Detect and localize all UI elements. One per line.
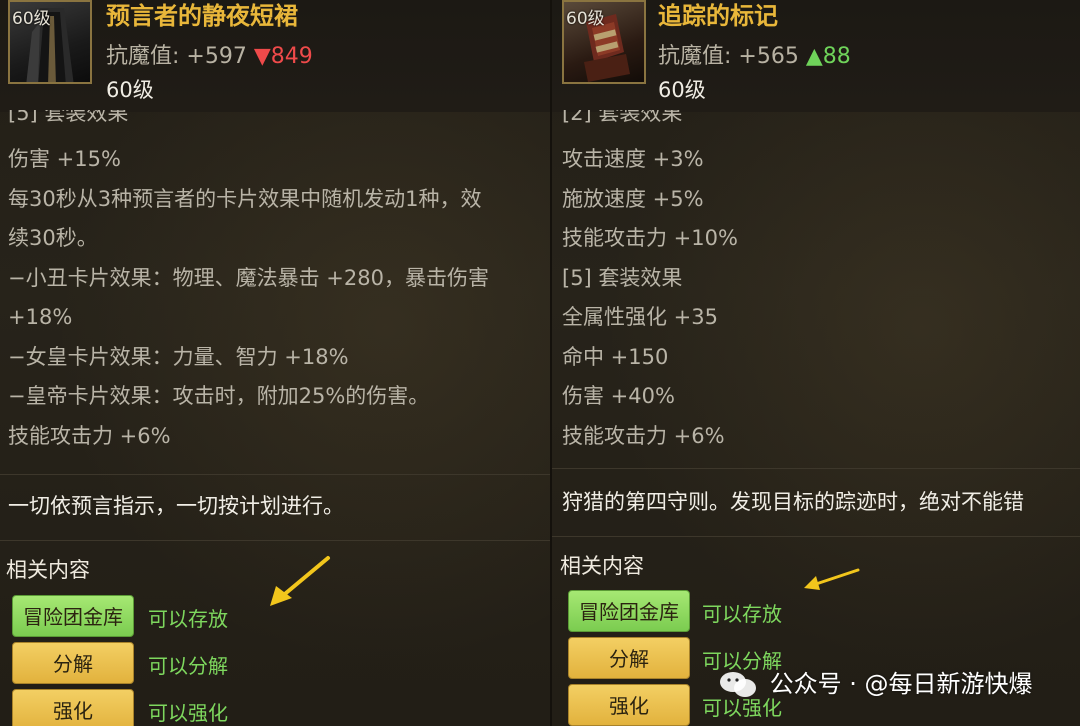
stat-label: 抗魔值: +565 — [658, 44, 799, 69]
effect-line: 技能攻击力 +6% — [562, 423, 725, 448]
item-icon[interactable]: 60级 — [562, 0, 646, 84]
enhance-button[interactable]: 强化 — [12, 689, 134, 726]
effect-line: 技能攻击力 +10% — [562, 226, 738, 250]
disassemble-button[interactable]: 分解 — [12, 642, 134, 684]
yellow-arrow-icon — [804, 568, 860, 590]
item-name: 追踪的标记 — [658, 2, 778, 30]
item-stat: 抗魔值: +597 ▼849 — [106, 38, 313, 70]
disassemble-status: 可以分解 — [148, 654, 228, 678]
divider — [0, 474, 550, 475]
yellow-arrow-icon — [270, 556, 330, 606]
watermark: 公众号 · @每日新游快爆 — [718, 664, 1033, 700]
divider — [552, 468, 1080, 469]
set-effect-list: [5] 套装效果 伤害 +15% 每30秒从3种预言者的卡片效果中随机发动1种，… — [8, 110, 550, 456]
related-content-title: 相关内容 — [6, 558, 90, 582]
right-item-tooltip: 60级 追踪的标记 抗魔值: +565 ▲88 60级 [2] 套装效果 攻击速… — [552, 0, 1080, 726]
enhance-button[interactable]: 强化 — [568, 684, 690, 726]
item-stat: 抗魔值: +565 ▲88 — [658, 38, 851, 70]
effect-line: 伤害 +40% — [562, 384, 675, 408]
flavor-text: 狩猎的第四守则。发现目标的踪迹时，绝对不能错 — [562, 490, 1024, 514]
item-header: 60级 预言者的静夜短裙 抗魔值: +597 ▼849 60级 — [0, 0, 550, 112]
adventure-vault-button[interactable]: 冒险团金库 — [12, 595, 134, 637]
watermark-text: 公众号 · @每日新游快爆 — [769, 670, 1033, 698]
adventure-vault-button[interactable]: 冒险团金库 — [568, 590, 690, 632]
effect-line: 攻击速度 +3% — [562, 147, 704, 171]
set-effect-heading: [5] 套装效果 — [8, 110, 129, 125]
effect-line: −皇帝卡片效果：攻击时，附加25%的伤害。 — [8, 384, 430, 408]
required-level: 60级 — [106, 78, 154, 102]
effect-line: [5] 套装效果 — [562, 265, 683, 290]
item-name: 预言者的静夜短裙 — [106, 2, 298, 30]
effect-line: 全属性强化 +35 — [562, 305, 718, 329]
related-content-title: 相关内容 — [560, 554, 644, 578]
wechat-icon — [720, 672, 756, 697]
left-item-tooltip: 60级 预言者的静夜短裙 抗魔值: +597 ▼849 60级 [5] 套装效果… — [0, 0, 550, 726]
effect-line: 续30秒。 — [8, 226, 98, 250]
effect-line: 技能攻击力 +6% — [8, 423, 171, 448]
set-effect-heading: [2] 套装效果 — [562, 110, 683, 125]
stat-label: 抗魔值: +597 — [106, 44, 247, 69]
disassemble-button[interactable]: 分解 — [568, 637, 690, 679]
item-level-badge: 60级 — [12, 9, 51, 29]
effect-line: 每30秒从3种预言者的卡片效果中随机发动1种，效 — [8, 186, 482, 211]
item-icon[interactable]: 60级 — [8, 0, 92, 84]
stat-increase: ▲88 — [805, 44, 851, 69]
effect-line: 命中 +150 — [562, 344, 669, 369]
item-level-badge: 60级 — [566, 9, 605, 29]
effect-line: 施放速度 +5% — [562, 186, 704, 211]
effect-line: −女皇卡片效果：力量、智力 +18% — [8, 344, 349, 369]
effect-line: 伤害 +15% — [8, 147, 121, 171]
effect-line: −小丑卡片效果：物理、魔法暴击 +280，暴击伤害 — [8, 265, 489, 290]
effect-line: +18% — [8, 305, 73, 329]
divider — [0, 540, 550, 541]
item-header: 60级 追踪的标记 抗魔值: +565 ▲88 60级 — [552, 0, 1080, 112]
storable-status: 可以存放 — [148, 607, 228, 631]
set-effect-list: [2] 套装效果 攻击速度 +3% 施放速度 +5% 技能攻击力 +10% [5… — [562, 110, 1080, 456]
divider — [552, 536, 1080, 537]
required-level: 60级 — [658, 78, 706, 102]
flavor-text: 一切依预言指示，一切按计划进行。 — [8, 494, 344, 518]
storable-status: 可以存放 — [702, 602, 782, 626]
stat-decrease: ▼849 — [253, 44, 313, 69]
enhance-status: 可以强化 — [148, 701, 228, 725]
